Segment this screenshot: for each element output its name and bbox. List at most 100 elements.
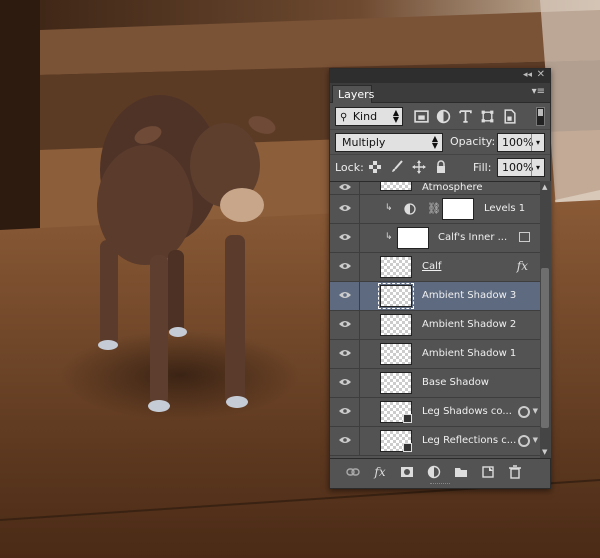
image-filter-icon[interactable]: [414, 109, 429, 124]
filter-icons: [414, 109, 517, 124]
visibility-toggle[interactable]: [330, 369, 360, 398]
visibility-toggle[interactable]: [330, 311, 360, 340]
layer-thumbnail[interactable]: [380, 256, 412, 278]
layer-row-ambient-shadow-2[interactable]: Ambient Shadow 2: [330, 311, 540, 340]
blend-mode-value: Multiply: [342, 136, 386, 149]
collapse-icon[interactable]: ◂◂: [523, 70, 532, 80]
layer-thumbnail[interactable]: [380, 372, 412, 394]
layer-effects-icon[interactable]: [518, 406, 530, 418]
layer-name[interactable]: Leg Shadows co...: [422, 406, 512, 417]
lock-brush-icon[interactable]: [390, 160, 404, 174]
new-layer-icon[interactable]: [481, 465, 495, 479]
layer-row-atmosphere[interactable]: Atmosphere: [330, 182, 540, 195]
visibility-toggle[interactable]: [330, 427, 360, 456]
adjustment-layer-icon[interactable]: [404, 203, 416, 215]
layer-row-calfs-inner[interactable]: ↳ Calf's Inner ...: [330, 224, 540, 253]
eye-icon: [339, 321, 351, 327]
layer-name[interactable]: Base Shadow: [422, 377, 489, 388]
layer-row-ambient-shadow-1[interactable]: Ambient Shadow 1: [330, 340, 540, 369]
shape-filter-icon[interactable]: [480, 109, 495, 124]
fill-label: Fill:: [473, 161, 492, 174]
layer-mask-thumbnail[interactable]: [442, 198, 474, 220]
layer-thumbnail[interactable]: [378, 283, 414, 309]
layer-row-leg-shadows[interactable]: Leg Shadows co... ▼: [330, 398, 540, 427]
adjustment-filter-icon[interactable]: [436, 109, 451, 124]
expand-arrow-icon[interactable]: ▼: [533, 407, 538, 415]
layer-name[interactable]: Calf: [422, 261, 441, 272]
layer-name[interactable]: Ambient Shadow 3: [422, 290, 516, 301]
new-group-icon[interactable]: [454, 465, 468, 479]
new-adjustment-icon[interactable]: [427, 465, 441, 479]
layer-name[interactable]: Levels 1: [484, 203, 525, 214]
visibility-toggle[interactable]: [330, 398, 360, 427]
eye-icon: [339, 263, 351, 269]
kind-filter-select[interactable]: ⚲ Kind ▲ ▼: [335, 107, 403, 126]
fill-value: 100%: [502, 161, 534, 174]
delete-layer-icon[interactable]: [508, 465, 522, 479]
tab-layers[interactable]: Layers: [332, 85, 374, 103]
resize-grip[interactable]: [430, 483, 450, 486]
panel-tabbar: Layers ▾≡: [330, 83, 550, 103]
opacity-value: 100%: [502, 136, 534, 149]
layer-name[interactable]: Leg Reflections c...: [422, 435, 516, 446]
lock-label: Lock:: [335, 161, 364, 174]
filter-toggle-switch[interactable]: [536, 107, 545, 126]
eye-icon: [339, 408, 351, 414]
layer-row-calf[interactable]: Calf fx: [330, 253, 540, 282]
blend-mode-select[interactable]: Multiply ▲ ▼: [335, 133, 443, 152]
scroll-thumb[interactable]: [541, 268, 549, 428]
visibility-toggle[interactable]: [330, 224, 360, 253]
clipping-arrow-icon: ↳: [385, 203, 393, 213]
scroll-up-icon[interactable]: ▲: [542, 183, 547, 191]
mask-link-icon[interactable]: ⛓: [427, 202, 441, 215]
layer-thumbnail[interactable]: [397, 227, 429, 249]
opacity-dropdown-icon[interactable]: ▾: [531, 134, 544, 151]
add-style-icon[interactable]: fx: [373, 465, 387, 479]
layer-row-leg-reflections[interactable]: Leg Reflections c... ▼: [330, 427, 540, 456]
lock-transparent-icon[interactable]: [368, 160, 382, 174]
add-mask-icon[interactable]: [400, 465, 414, 479]
fill-field[interactable]: 100% ▾: [497, 158, 545, 177]
lock-move-icon[interactable]: [412, 160, 426, 174]
layer-thumbnail[interactable]: [380, 314, 412, 336]
layer-row-ambient-shadow-3[interactable]: Ambient Shadow 3: [330, 282, 540, 311]
panel-titlebar[interactable]: ◂◂ ✕: [330, 69, 550, 83]
layer-thumbnail[interactable]: [380, 430, 412, 452]
scroll-down-icon[interactable]: ▼: [542, 448, 547, 456]
link-layers-icon[interactable]: [346, 465, 360, 479]
opacity-field[interactable]: 100% ▾: [497, 133, 545, 152]
stepper-icon: ▲ ▼: [431, 134, 438, 150]
layer-style-icon[interactable]: [519, 232, 530, 242]
smart-object-filter-icon[interactable]: [502, 109, 517, 124]
expand-arrow-icon[interactable]: ▼: [533, 436, 538, 444]
search-icon: ⚲: [340, 112, 348, 123]
layer-row-levels-1[interactable]: ↳ ⛓ Levels 1: [330, 195, 540, 224]
layer-thumbnail[interactable]: [380, 182, 412, 191]
visibility-toggle[interactable]: [330, 253, 360, 282]
close-icon[interactable]: ✕: [537, 69, 545, 80]
fill-dropdown-icon[interactable]: ▾: [531, 159, 544, 176]
panel-menu-icon[interactable]: ▾≡: [532, 86, 545, 97]
smart-object-badge-icon: [403, 414, 412, 423]
visibility-toggle[interactable]: [330, 282, 360, 311]
layer-name[interactable]: Ambient Shadow 1: [422, 348, 516, 359]
layer-row-base-shadow[interactable]: Base Shadow: [330, 369, 540, 398]
visibility-toggle[interactable]: [330, 195, 360, 224]
layer-name[interactable]: Calf's Inner ...: [438, 232, 507, 243]
visibility-toggle[interactable]: [330, 340, 360, 369]
type-filter-icon[interactable]: [458, 109, 473, 124]
lock-all-icon[interactable]: [434, 160, 448, 174]
clipping-arrow-icon: ↳: [385, 232, 393, 242]
layer-name[interactable]: Ambient Shadow 2: [422, 319, 516, 330]
layer-thumbnail[interactable]: [380, 343, 412, 365]
fx-icon[interactable]: fx: [517, 259, 528, 273]
layer-effects-icon[interactable]: [518, 435, 530, 447]
visibility-toggle[interactable]: [330, 182, 360, 195]
eye-icon: [339, 234, 351, 240]
eye-icon: [339, 292, 351, 298]
filter-row: ⚲ Kind ▲ ▼: [330, 103, 550, 129]
layers-scrollbar[interactable]: ▲ ▼: [540, 181, 551, 458]
lock-row: Lock: Fill: 100% ▾: [330, 154, 550, 179]
layer-name[interactable]: Atmosphere: [422, 182, 483, 193]
layer-thumbnail[interactable]: [380, 401, 412, 423]
